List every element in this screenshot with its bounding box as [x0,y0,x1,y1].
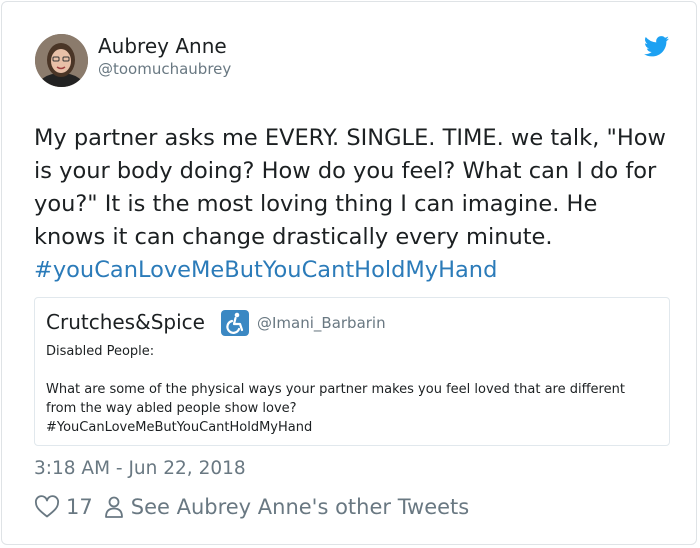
tweet-hashtag-link[interactable]: #youCanLoveMeButYouCantHoldMyHand [34,257,497,283]
tweet-timestamp[interactable]: 3:18 AM - Jun 22, 2018 [34,458,246,479]
heart-icon[interactable] [34,495,60,519]
tweet-actions: 17 See Aubrey Anne's other Tweets [34,492,469,522]
other-tweets-link[interactable]: See Aubrey Anne's other Tweets [131,495,470,519]
like-count[interactable]: 17 [66,495,93,519]
quoted-tweet-text: Disabled People: What are some of the ph… [46,342,646,437]
author-name[interactable]: Aubrey Anne [98,34,227,58]
quoted-line-1: Disabled People: [46,344,155,359]
person-icon[interactable] [103,495,125,519]
quoted-author-name[interactable]: Crutches&Spice [46,310,205,334]
author-avatar[interactable] [35,34,88,87]
twitter-bird-icon[interactable] [644,36,669,57]
tweet-body: My partner asks me EVERY. SINGLE. TIME. … [34,125,666,250]
quoted-tweet[interactable]: Crutches&Spice @Imani_Barbarin Disabled … [34,297,670,446]
quoted-line-2: What are some of the physical ways your … [46,382,625,416]
quoted-hashtag: #YouCanLoveMeButYouCantHoldMyHand [46,420,313,435]
wheelchair-icon [221,310,249,336]
tweet-text: My partner asks me EVERY. SINGLE. TIME. … [34,122,674,287]
author-handle[interactable]: @toomuchaubrey [98,60,231,78]
embedded-tweet-card: Aubrey Anne @toomuchaubrey My partner as… [1,1,697,545]
quoted-author-handle[interactable]: @Imani_Barbarin [257,314,386,332]
